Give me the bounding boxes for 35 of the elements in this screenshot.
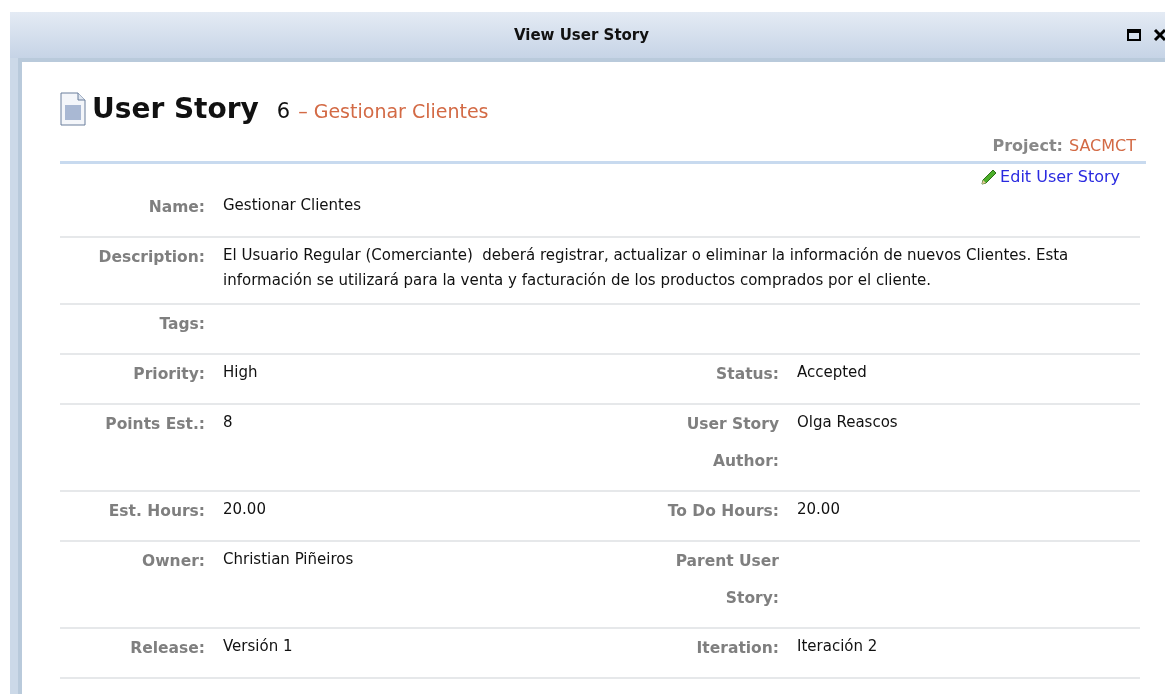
project-name: SACMCT — [1068, 136, 1136, 155]
close-icon[interactable] — [1153, 28, 1165, 42]
window-title: View User Story — [513, 26, 650, 44]
field-label: Parent User Story: — [674, 551, 779, 609]
field-value: Iteración 2 — [797, 636, 879, 657]
field-label: Priority: — [132, 364, 205, 385]
page-heading: User Story — [92, 92, 259, 125]
project-label: Project: — [992, 136, 1063, 155]
maximize-icon[interactable] — [1127, 29, 1141, 41]
pencil-icon — [980, 167, 999, 186]
field-label: Tags: — [158, 314, 205, 335]
field-label: Release: — [129, 638, 205, 659]
field-value: Accepted — [797, 362, 868, 383]
field-value: El Usuario Regular (Comerciante) deberá registrar, actualizar o eliminar la información de nuevos Clientes. Esta información se utilizará para la venta y facturación de los productos comprados por el cliente. — [223, 245, 1070, 291]
field-value: Gestionar Clientes — [223, 195, 362, 216]
field-label: Iteration: — [695, 638, 779, 659]
field-label: Name: — [147, 197, 205, 218]
field-value: High — [223, 362, 259, 383]
field-value: 8 — [223, 412, 234, 433]
story-number: 6 — [276, 99, 291, 123]
field-value: 20.00 — [797, 499, 841, 520]
field-label: User Story Author: — [685, 414, 779, 472]
field-label: Points Est.: — [104, 414, 205, 435]
field-value: Olga Reascos — [797, 412, 899, 433]
document-icon — [60, 92, 86, 126]
story-name: – Gestionar Clientes — [298, 100, 489, 122]
field-label: Owner: — [141, 551, 205, 572]
field-label: Est. Hours: — [107, 501, 205, 522]
field-value: Versión 1 — [223, 636, 294, 657]
field-label: Description: — [97, 247, 205, 268]
field-value: Christian Piñeiros — [223, 549, 355, 570]
field-label: Status: — [715, 364, 779, 385]
field-label: To Do Hours: — [666, 501, 779, 522]
edit-link[interactable]: Edit User Story — [980, 167, 1120, 186]
field-value: 20.00 — [223, 499, 267, 520]
